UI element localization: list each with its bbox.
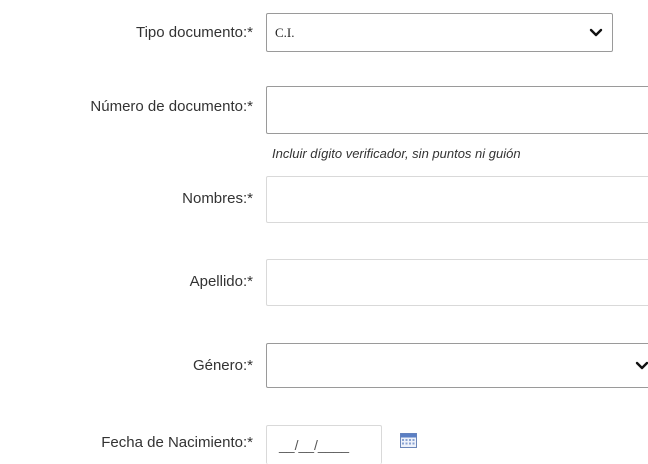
numero-documento-label: Número de documento:* xyxy=(90,98,253,115)
calendar-icon[interactable] xyxy=(400,433,417,448)
fecha-nacimiento-input[interactable]: __/__/____ xyxy=(266,425,382,464)
nombres-label: Nombres:* xyxy=(182,190,253,207)
tipo-documento-label: Tipo documento:* xyxy=(135,24,253,41)
apellido-input[interactable] xyxy=(266,259,648,306)
numero-documento-input[interactable] xyxy=(266,86,648,134)
fecha-nacimiento-mask: __/__/____ xyxy=(279,437,350,453)
fecha-nacimiento-label: Fecha de Nacimiento:* xyxy=(101,434,253,451)
tipo-documento-selected-value: C.I. xyxy=(275,24,295,40)
tipo-documento-select[interactable]: C.I. xyxy=(266,13,613,52)
numero-documento-hint: Incluir dígito verificador, sin puntos n… xyxy=(272,146,521,161)
nombres-input[interactable] xyxy=(266,176,648,223)
genero-select[interactable] xyxy=(266,343,648,388)
chevron-down-icon xyxy=(589,28,603,36)
apellido-label: Apellido:* xyxy=(189,273,253,290)
chevron-down-icon xyxy=(635,361,648,369)
genero-label: Género:* xyxy=(192,357,253,374)
